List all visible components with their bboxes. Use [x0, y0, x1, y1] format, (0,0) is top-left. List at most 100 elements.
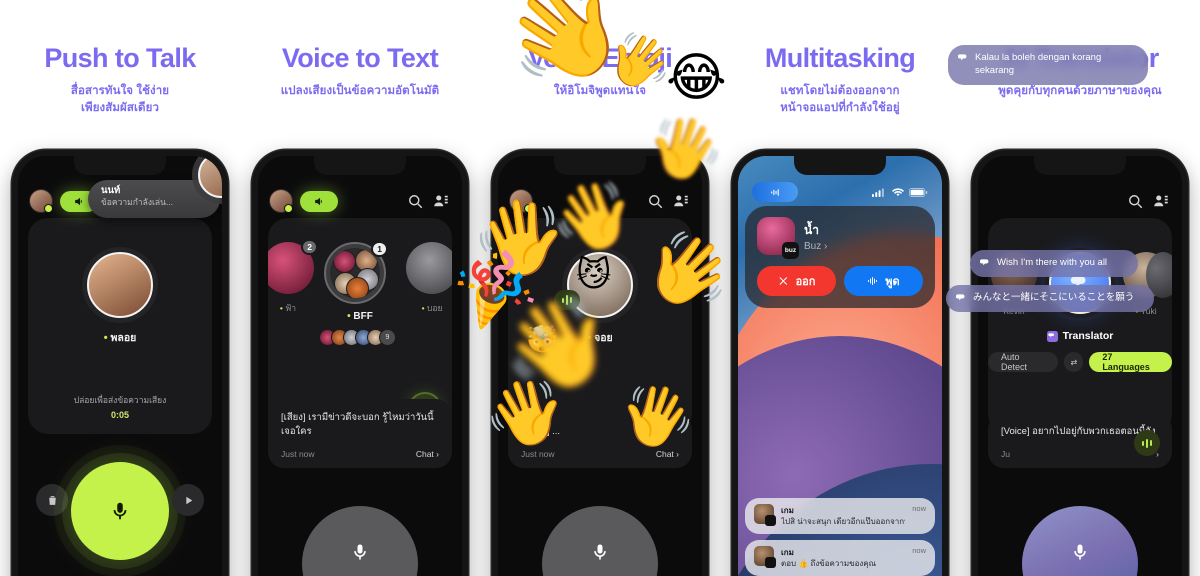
app-badge: buz [782, 242, 799, 259]
current-speaker: • พลอย [87, 252, 153, 346]
delete-button[interactable] [36, 484, 68, 516]
notification-item[interactable]: เกม ไปสิ น่าจะสนุก เดี๋ยวอีกแป๊บออกจากบ้… [745, 498, 935, 535]
panel-voice-emoji: Voice Emoji ให้อิโมจิพูดแทนใจ • จอย 🤯 [V… [447, 0, 741, 576]
search-icon [1129, 195, 1143, 209]
translation-bubble-japanese[interactable]: みんなと一緒にそこにいることを願う [946, 285, 1154, 312]
phone-notch [1034, 156, 1126, 175]
dynamic-island-pill[interactable] [752, 182, 798, 202]
open-chat-link[interactable]: Chat › [656, 449, 679, 459]
subtitle-line: เพียงสัมผัสเดียว [80, 102, 160, 115]
friend-label: • บอย [421, 303, 443, 313]
notification-sender: เกม [781, 548, 794, 558]
app-icon [754, 504, 776, 527]
panel-title: Voice to Text [281, 43, 439, 73]
open-chat-link[interactable]: Chat › [416, 449, 439, 459]
waveform-icon [770, 188, 779, 196]
subtitle-line: สื่อสารทันใจ ใช้ง่าย [70, 85, 170, 98]
speaker-toggle[interactable] [300, 190, 338, 212]
search-icon [649, 195, 663, 209]
record-button[interactable] [302, 506, 418, 576]
search-button[interactable] [646, 192, 664, 210]
speaker-avatar[interactable] [87, 252, 153, 318]
phone-notch [314, 156, 406, 175]
party-cat-emoji: 😼 [576, 256, 612, 294]
unread-badge: 2 [301, 239, 318, 255]
friends-row: 2 • ฟ้า 1 • BFF 9 • บอย [268, 239, 452, 346]
play-button[interactable] [172, 484, 204, 516]
panel-subtitle: พูดคุยกับทุกคนด้วยภาษาของคุณ [998, 83, 1162, 100]
transcript-meta: Just now Chat › [281, 449, 439, 459]
notification-stack: เกม ไปสิ น่าจะสนุก เดี๋ยวอีกแป๊บออกจากบ้… [745, 492, 935, 576]
app-top-bar [978, 184, 1182, 218]
target-language-chip[interactable]: 27 Languages [1089, 352, 1172, 372]
add-friend-button[interactable] [672, 192, 690, 210]
push-to-talk-button[interactable] [71, 462, 169, 560]
floating-call-card[interactable]: buz น้ำ Buz › ออก พูด [745, 206, 935, 308]
friend-avatar[interactable]: 2 [268, 239, 318, 294]
waveform-icon [868, 277, 878, 285]
panel-voice-to-text: Voice to Text แปลงเสียงเป็นข้อความอัตโนม… [240, 0, 480, 576]
play-icon [185, 496, 192, 504]
friend-label: • ฟ้า [279, 303, 297, 313]
active-call-card: • พลอย ปล่อยเพื่อส่งข้อความเสียง 0:05 [28, 218, 212, 434]
online-dot: • [103, 332, 108, 344]
add-friend-icon [434, 195, 448, 207]
unread-badge: 1 [371, 241, 388, 257]
friend-avatar[interactable] [406, 242, 452, 294]
phone-screen: • พลอย ปล่อยเพื่อส่งข้อความเสียง 0:05 [18, 156, 222, 576]
avatar[interactable] [30, 190, 53, 213]
panel-multitasking: Multitasking แชทโดยไม่ต้องออกจาก หน้าจอแ… [720, 0, 960, 576]
phone-notch [554, 156, 646, 175]
translation-text: Wish I'm there with you all [997, 257, 1108, 268]
swap-languages-button[interactable]: ⇄ [1064, 352, 1084, 372]
notification-time: now [912, 546, 926, 556]
call-header: buz น้ำ Buz › [757, 217, 923, 259]
wave-emoji: 👋 [549, 175, 637, 255]
notification-sender: เกม [781, 506, 794, 516]
source-language-chip[interactable]: Auto Detect [988, 352, 1059, 372]
add-friend-button[interactable] [1152, 192, 1170, 210]
notification-time: now [912, 504, 926, 514]
record-button[interactable] [1022, 506, 1138, 576]
mic-icon [113, 502, 127, 520]
app-icon [754, 546, 776, 569]
friend-item[interactable]: • บอย [406, 242, 452, 315]
group-avatar[interactable]: 1 [324, 241, 388, 304]
subtitle-line: พูดคุยกับทุกคนด้วยภาษาของคุณ [998, 85, 1162, 98]
panel-push-to-talk: Push to Talk สื่อสารทันใจ ใช้ง่าย เพียงส… [0, 0, 240, 576]
panel-title: Push to Talk [44, 43, 196, 73]
laugh-emoji: 😂 [666, 49, 727, 107]
transcript-meta: Ju › [1001, 449, 1159, 459]
translation-bubble-source[interactable]: Kalau la boleh dengan korang sekarang [948, 45, 1148, 85]
translator-title: Translator [988, 330, 1172, 342]
notification-preview: ข้อความกำลังเล่น... [101, 196, 174, 207]
avatar[interactable] [270, 190, 293, 213]
mic-icon [594, 544, 606, 560]
phone-mockup: Kevin • Yuki [972, 150, 1188, 576]
call-actions: ออก พูด [757, 266, 923, 296]
status-indicators [872, 187, 928, 198]
leave-call-button[interactable]: ออก [757, 266, 836, 296]
transcript-card[interactable]: [เสียง] เรามีข่าวดีจะบอก รู้ไหมว่าวันนี้… [268, 399, 452, 468]
recording-hint: ปล่อยเพื่อส่งข้อความเสียง 0:05 [28, 393, 212, 420]
talk-button[interactable]: พูด [844, 266, 923, 296]
add-friend-button[interactable] [432, 192, 450, 210]
record-button[interactable] [542, 506, 658, 576]
feature-showcase-board: Push to Talk สื่อสารทันใจ ใช้ง่าย เพียงส… [0, 0, 1200, 576]
search-button[interactable] [1126, 192, 1144, 210]
speaker-icon [314, 197, 322, 205]
search-button[interactable] [406, 192, 424, 210]
transcript-card[interactable]: [Voice] อยากไปอยู่กับพวกเธอตอนนี้จัง Ju … [988, 412, 1172, 468]
wave-emoji: 👋 [641, 106, 729, 189]
phone-mockup: • พลอย ปล่อยเพื่อส่งข้อความเสียง 0:05 นน… [12, 150, 228, 576]
wave-emoji: 👋 [480, 369, 572, 455]
talk-label: พูด [885, 276, 900, 288]
friend-item[interactable]: 2 • ฟ้า [268, 239, 318, 315]
friend-item-group[interactable]: 1 • BFF 9 [319, 241, 396, 346]
voice-waveform-button[interactable] [1134, 430, 1160, 456]
caller-app[interactable]: Buz › [804, 241, 827, 252]
caller-avatar[interactable]: buz [757, 217, 799, 259]
close-icon [779, 277, 787, 285]
translation-bubble-english[interactable]: Wish I'm there with you all [970, 250, 1138, 277]
notification-item[interactable]: เกม ตอบ 👍 ถึงข้อความของคุณ now [745, 540, 935, 576]
